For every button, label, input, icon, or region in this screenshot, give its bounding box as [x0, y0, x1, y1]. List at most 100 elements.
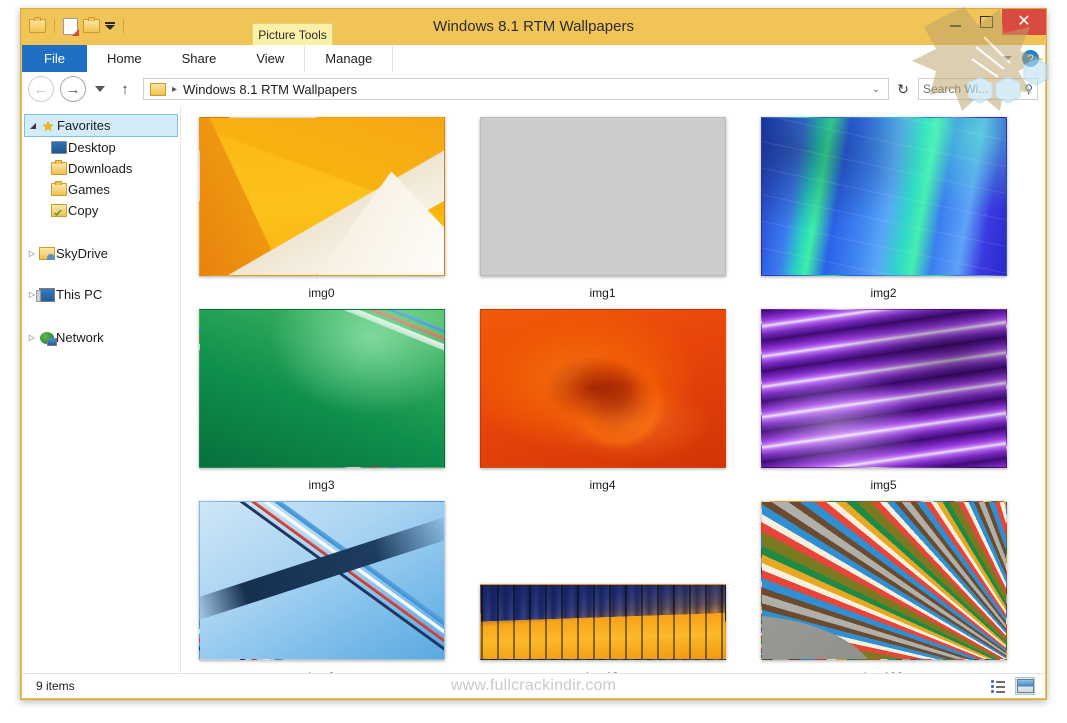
sidebar-item-downloads[interactable]: Downloads: [22, 158, 180, 179]
thumbnail-image[interactable]: [198, 501, 445, 660]
thumbnail-image[interactable]: [479, 117, 726, 276]
list-item[interactable]: img2: [743, 116, 1024, 300]
qat-divider: [54, 19, 55, 33]
list-item[interactable]: img3: [181, 308, 462, 492]
ribbon-tab-strip: File Home Share View Manage ?: [22, 45, 1045, 73]
list-item-label: img5: [870, 478, 897, 492]
sidebar-item-desktop[interactable]: Desktop: [22, 137, 180, 158]
thumbnail-image[interactable]: [479, 584, 726, 660]
expander-icon[interactable]: ▷: [26, 333, 38, 342]
refresh-icon[interactable]: ↻: [890, 78, 916, 100]
address-bar: ← → ↑ ▸ Windows 8.1 RTM Wallpapers ⌄ ↻ S…: [22, 72, 1045, 106]
ribbon-right-controls: ?: [1002, 45, 1039, 72]
details-view-button[interactable]: [989, 678, 1007, 694]
skydrive-icon: [38, 247, 56, 260]
sidebar-item-label: Downloads: [68, 161, 133, 176]
expander-icon[interactable]: ▷: [26, 249, 38, 258]
thumbnail-image[interactable]: [198, 117, 445, 276]
folder-icon: [50, 160, 68, 175]
thumbnail-image[interactable]: [760, 117, 1007, 276]
thumbnail-image[interactable]: [760, 501, 1007, 660]
list-item[interactable]: img5: [743, 308, 1024, 492]
site-watermark: www.fullcrackindir.com: [450, 677, 617, 694]
list-item-label: img2: [870, 286, 897, 300]
list-item-label: img0: [308, 286, 335, 300]
picture-tools-contextual-tab[interactable]: Picture Tools: [252, 23, 333, 46]
star-icon: ★: [41, 117, 55, 134]
ribbon-tabs: File Home Share View Manage: [22, 45, 1045, 72]
details-view-icon: [990, 680, 1006, 693]
quick-access-toolbar: [29, 15, 127, 37]
sidebar-item-network[interactable]: ▷ Network: [22, 327, 180, 348]
thumbnail-image[interactable]: [198, 309, 445, 468]
list-item-label: img3: [308, 478, 335, 492]
up-button[interactable]: ↑: [117, 81, 133, 98]
qat-divider-2: [123, 19, 124, 33]
tab-view[interactable]: View: [236, 45, 304, 72]
minimize-button[interactable]: [940, 9, 971, 35]
thumbnail-container: [760, 116, 1007, 276]
expander-open-icon[interactable]: ◢: [27, 121, 39, 130]
sidebar-item-this-pc[interactable]: ▷ This PC: [22, 284, 180, 305]
tab-share[interactable]: Share: [162, 45, 237, 72]
list-item[interactable]: img4: [462, 308, 743, 492]
sidebar-item-label: Favorites: [57, 118, 111, 133]
minimize-icon: [950, 24, 961, 27]
thumbnail-container: [479, 308, 726, 468]
chevron-down-icon[interactable]: ⌄: [872, 84, 884, 95]
list-item[interactable]: img0: [181, 116, 462, 300]
sidebar-item-copy[interactable]: Copy: [22, 200, 180, 221]
breadcrumb-separator: ▸: [172, 83, 178, 95]
list-item-label: img4: [589, 478, 616, 492]
copy-folder-icon: [50, 204, 68, 217]
properties-folder-icon[interactable]: [83, 17, 100, 33]
view-buttons: [989, 677, 1035, 695]
sidebar-item-games[interactable]: Games: [22, 179, 180, 200]
folder-icon[interactable]: [29, 17, 46, 33]
maximize-icon: [980, 16, 993, 28]
tab-home[interactable]: Home: [87, 45, 162, 72]
sidebar-item-label: This PC: [56, 287, 103, 302]
thumbnail-container: [760, 500, 1007, 660]
back-button[interactable]: ←: [28, 76, 54, 102]
folder-icon: [150, 82, 166, 96]
thumbnail-container: [198, 500, 445, 660]
large-icons-view-button[interactable]: [1015, 677, 1035, 695]
customize-dropdown-icon[interactable]: [105, 22, 115, 30]
thumbnail-image[interactable]: [760, 309, 1007, 468]
sidebar-item-label: Network: [56, 330, 104, 345]
help-icon[interactable]: ?: [1022, 50, 1039, 67]
status-bar: 9 items www.fullcrackindir.com: [22, 673, 1045, 698]
file-list-pane[interactable]: img0 img1 img2 img3 img4 img5: [181, 106, 1045, 676]
item-count-label: 9 items: [36, 679, 75, 693]
list-item[interactable]: img1: [462, 116, 743, 300]
forward-button[interactable]: →: [60, 76, 86, 102]
list-item[interactable]: img13: [462, 500, 743, 676]
sidebar-item-favorites[interactable]: ◢ ★ Favorites: [24, 114, 178, 137]
this-pc-icon: [36, 287, 56, 302]
breadcrumb[interactable]: ▸ Windows 8.1 RTM Wallpapers ⌄: [143, 78, 889, 100]
tab-file[interactable]: File: [22, 45, 87, 72]
chevron-down-icon[interactable]: [1002, 56, 1012, 61]
list-item[interactable]: img100: [743, 500, 1024, 676]
sidebar-item-label: Desktop: [68, 140, 116, 155]
sidebar-item-label: SkyDrive: [56, 246, 109, 261]
list-item[interactable]: img6: [181, 500, 462, 676]
thumbnail-image[interactable]: [479, 309, 726, 468]
close-button[interactable]: ✕: [1002, 9, 1046, 35]
maximize-button[interactable]: [971, 9, 1002, 35]
title-bar[interactable]: Picture Tools Windows 8.1 RTM Wallpapers…: [21, 9, 1046, 46]
thumbnail-container: [479, 116, 726, 276]
breadcrumb-path[interactable]: Windows 8.1 RTM Wallpapers: [183, 82, 357, 97]
close-icon: ✕: [1017, 13, 1031, 30]
large-icons-view-icon: [1016, 679, 1034, 693]
recent-locations-icon[interactable]: [95, 86, 105, 92]
desktop-icon: [50, 141, 68, 154]
sidebar-item-label: Games: [68, 182, 110, 197]
sidebar-item-skydrive[interactable]: ▷ SkyDrive: [22, 243, 180, 264]
thumbnail-container: [198, 308, 445, 468]
search-input[interactable]: Search Wi... ⚲: [918, 78, 1038, 100]
navigation-pane: ◢ ★ Favorites Desktop Downloads Games Co…: [22, 106, 181, 676]
new-folder-icon[interactable]: [63, 17, 79, 36]
tab-manage[interactable]: Manage: [304, 45, 394, 72]
